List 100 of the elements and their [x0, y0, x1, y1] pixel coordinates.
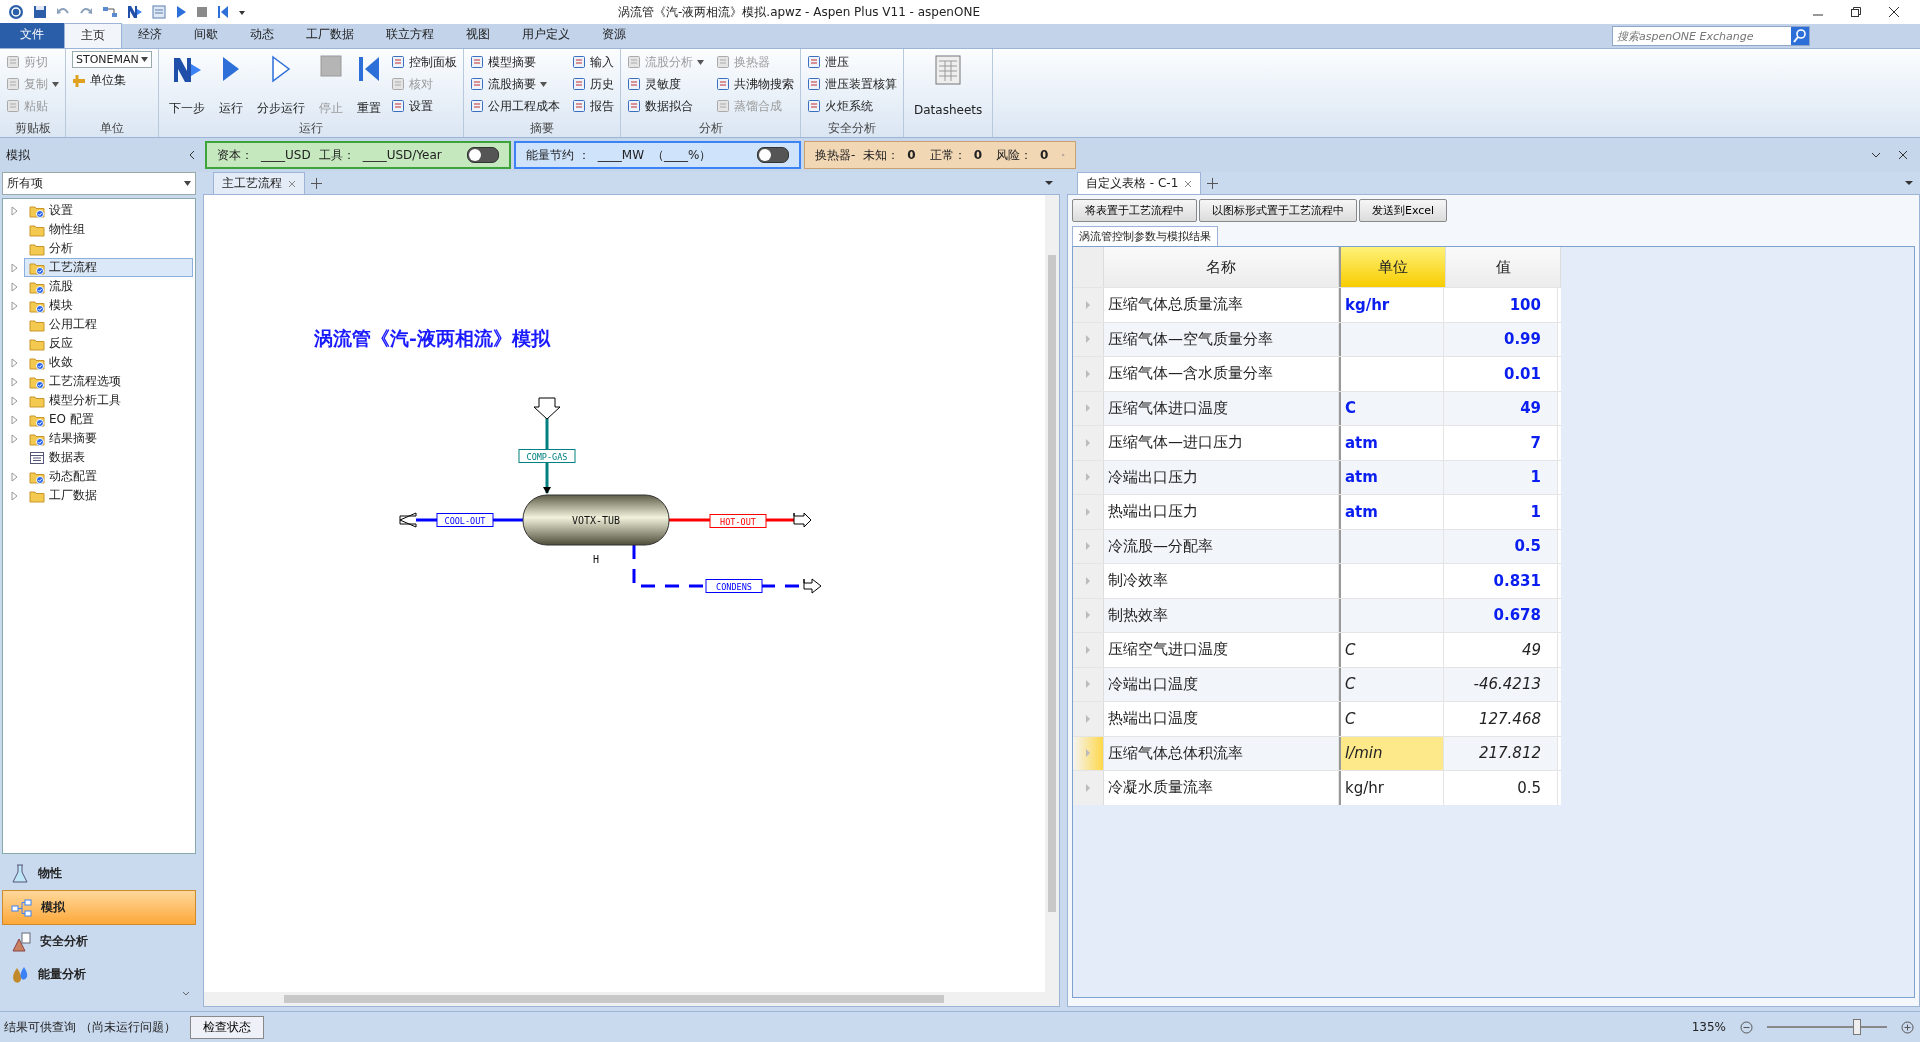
ribbon-button[interactable]: 共沸物搜索 — [716, 73, 794, 95]
add-tab-icon[interactable] — [311, 177, 322, 189]
ribbon-button[interactable]: 流股摘要 — [470, 73, 560, 95]
tree-item[interactable]: 工艺流程选项 — [24, 372, 193, 391]
collapse-icon[interactable] — [188, 150, 196, 160]
tree-item[interactable]: 反应 — [24, 334, 193, 353]
flowsheet-icon[interactable] — [102, 5, 118, 19]
expand-icon[interactable] — [11, 376, 19, 387]
dropdown-icon[interactable] — [1904, 179, 1914, 187]
ribbon-large-button[interactable]: 分步运行 — [253, 51, 309, 117]
ribbon-button[interactable]: 公用工程成本 — [470, 95, 560, 117]
dropdown-icon[interactable] — [1044, 179, 1054, 187]
expand-icon[interactable] — [11, 433, 19, 444]
expand-icon[interactable] — [11, 471, 19, 482]
zoom-slider-thumb[interactable] — [1853, 1019, 1861, 1035]
ribbon-tab[interactable]: 主页 — [64, 23, 122, 48]
vortex-tube-vessel[interactable] — [522, 494, 670, 546]
search-field[interactable]: 搜索aspenONE Exchange — [1612, 26, 1810, 46]
tree-item[interactable]: EO 配置 — [24, 410, 193, 429]
tree-item[interactable]: 分析 — [24, 239, 193, 258]
tree-item[interactable]: 流股 — [24, 277, 193, 296]
toolbar-button[interactable]: 将表置于工艺流程中 — [1072, 199, 1197, 222]
document-tab[interactable]: 主工艺流程 — [213, 172, 305, 194]
unit-set-dropdown[interactable]: STONEMAN — [72, 51, 152, 68]
ribbon-button[interactable]: 数据拟合 — [627, 95, 704, 117]
app-logo-icon[interactable] — [8, 4, 24, 20]
nav-button[interactable]: 模拟 — [2, 890, 196, 925]
ribbon-tab[interactable]: 工厂数据 — [290, 23, 370, 48]
zoom-out-icon[interactable] — [1740, 1020, 1753, 1034]
expand-icon[interactable] — [11, 490, 19, 501]
stop-icon[interactable] — [196, 6, 208, 18]
stream-line[interactable]: COOL-OUT — [399, 512, 523, 528]
ribbon-tab[interactable]: 动态 — [234, 23, 290, 48]
check-status-button[interactable]: 检查状态 — [189, 1015, 264, 1039]
nav-button[interactable]: 物性 — [2, 857, 196, 890]
ribbon-button[interactable]: 单位集 — [72, 72, 152, 89]
ribbon-tab[interactable]: 资源 — [586, 23, 642, 48]
ribbon-large-button[interactable]: 重置 — [353, 51, 385, 117]
ribbon-large-button[interactable]: 运行 — [215, 51, 247, 117]
add-tab-icon[interactable] — [1207, 177, 1219, 189]
expand-icon[interactable] — [11, 414, 19, 425]
toolbar-button[interactable]: 发送到Excel — [1359, 199, 1448, 222]
filter-dropdown[interactable]: 所有项 — [2, 172, 196, 195]
tree-item[interactable]: 模块 — [24, 296, 193, 315]
restore-icon[interactable] — [1850, 6, 1862, 18]
nav-button[interactable]: 能量分析 — [2, 958, 196, 991]
ribbon-button[interactable]: 控制面板 — [391, 51, 457, 73]
ribbon-button[interactable]: 历史 — [572, 73, 614, 95]
zoom-in-icon[interactable] — [1901, 1020, 1914, 1034]
column-header[interactable]: 单位 — [1338, 247, 1447, 287]
tree-item[interactable]: 动态配置 — [24, 467, 193, 486]
panel-icon[interactable] — [152, 5, 166, 19]
toolbar-button[interactable]: 以图标形式置于工艺流程中 — [1199, 199, 1357, 222]
toggle-switch[interactable] — [757, 147, 789, 163]
ribbon-large-button[interactable]: Datasheets — [910, 51, 987, 117]
expand-icon[interactable] — [11, 395, 19, 406]
expand-icon[interactable] — [11, 205, 19, 216]
ribbon-tab[interactable]: 文件 — [0, 23, 64, 48]
ribbon-button[interactable]: 火炬系统 — [807, 95, 897, 117]
tree-item[interactable]: 数据表 — [24, 448, 193, 467]
tree-item[interactable]: 工艺流程 — [24, 258, 193, 277]
close-icon[interactable] — [1898, 150, 1908, 160]
ribbon-button[interactable]: 设置 — [391, 95, 457, 117]
reset-icon[interactable] — [217, 5, 229, 19]
tree-item[interactable]: 模型分析工具 — [24, 391, 193, 410]
ribbon-tab[interactable]: 联立方程 — [370, 23, 450, 48]
stream-line[interactable]: CONDENS — [632, 545, 822, 594]
close-icon[interactable] — [1888, 6, 1900, 18]
corner-cell[interactable] — [1073, 247, 1104, 287]
stream-line[interactable]: HOT-OUT — [669, 512, 812, 528]
document-tab[interactable]: 自定义表格 - C-1 — [1077, 172, 1202, 194]
ribbon-tab[interactable]: 用户定义 — [506, 23, 586, 48]
ribbon-tab[interactable]: 间歇 — [178, 23, 234, 48]
expand-icon[interactable] — [11, 262, 19, 273]
ribbon-button[interactable]: 泄压 — [807, 51, 897, 73]
ribbon-button[interactable]: 输入 — [572, 51, 614, 73]
ribbon-button[interactable]: 灵敏度 — [627, 73, 704, 95]
expand-icon[interactable] — [11, 357, 19, 368]
save-icon[interactable] — [33, 5, 47, 19]
more-icon[interactable] — [182, 991, 190, 997]
play-icon[interactable] — [175, 5, 187, 19]
search-icon[interactable] — [1791, 27, 1809, 45]
nav-button[interactable]: 安全分析 — [2, 925, 196, 958]
ribbon-tab[interactable]: 视图 — [450, 23, 506, 48]
vertical-scrollbar[interactable] — [1045, 195, 1059, 992]
horizontal-scrollbar[interactable] — [204, 992, 1059, 1006]
ribbon-tab[interactable]: 经济 — [122, 23, 178, 48]
tree-item[interactable]: 结果摘要 — [24, 429, 193, 448]
ribbon-large-button[interactable]: 下一步 — [165, 51, 209, 117]
tree-item[interactable]: 公用工程 — [24, 315, 193, 334]
sheet-tab[interactable]: 涡流管控制参数与模拟结果 — [1072, 226, 1218, 246]
toggle-switch[interactable] — [467, 147, 499, 163]
ribbon-button[interactable]: 报告 — [572, 95, 614, 117]
stream-line[interactable]: COMP-GAS — [518, 397, 576, 493]
column-header[interactable]: 名称 — [1103, 247, 1339, 287]
tree-item[interactable]: 工厂数据 — [24, 486, 193, 505]
dropdown-icon[interactable] — [1871, 150, 1881, 160]
tree-item[interactable]: 设置 — [24, 201, 193, 220]
expand-icon[interactable] — [11, 281, 19, 292]
ribbon-button[interactable]: 泄压装置核算 — [807, 73, 897, 95]
